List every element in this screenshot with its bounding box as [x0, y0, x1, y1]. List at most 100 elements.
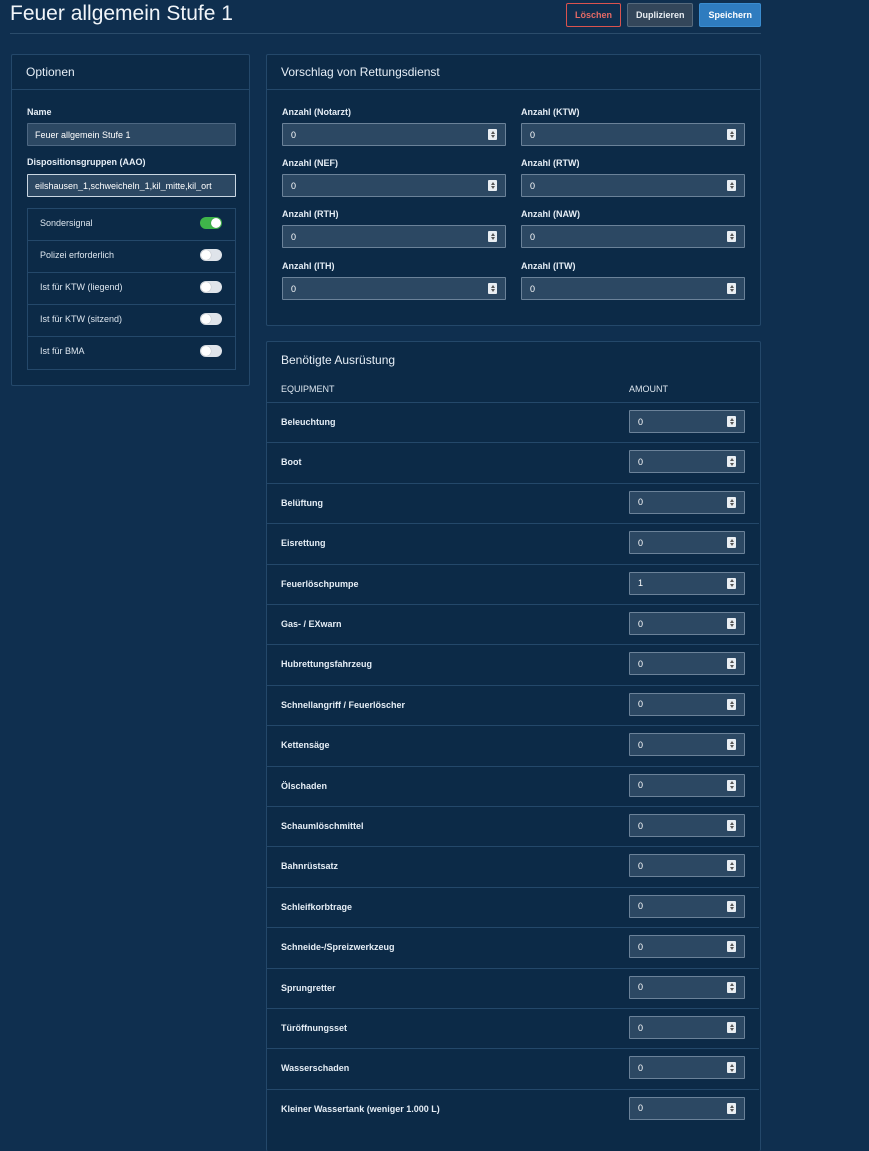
ktw-stepper[interactable]: [521, 123, 745, 146]
amount-stepper[interactable]: [629, 935, 745, 959]
toggle-label: Ist für KTW (sitzend): [40, 314, 123, 324]
spinner-icon[interactable]: [727, 283, 736, 294]
spinner-icon[interactable]: [727, 779, 736, 791]
spinner-icon[interactable]: [488, 283, 497, 294]
delete-button[interactable]: Löschen: [565, 3, 621, 27]
equipment-name: Schaumlöschmittel: [281, 821, 364, 831]
spinner-icon[interactable]: [727, 739, 736, 751]
switch-knob: [201, 346, 211, 356]
ith-stepper[interactable]: [282, 277, 506, 300]
field-label: Anzahl (Notarzt): [282, 107, 351, 117]
polizei-switch[interactable]: [200, 249, 222, 261]
toggle-row-ktw-liegend: Ist für KTW (liegend): [28, 273, 235, 305]
equipment-row: Gas- / EXwarn: [267, 604, 759, 644]
number-input[interactable]: [283, 278, 505, 299]
spinner-icon[interactable]: [727, 658, 736, 670]
toggle-list: Sondersignal Polizei erforderlich Ist fü…: [27, 208, 236, 370]
amount-stepper[interactable]: [629, 1096, 745, 1120]
amount-stepper[interactable]: [629, 531, 745, 555]
page-title: Feuer allgemein Stufe 1: [10, 2, 233, 25]
amount-stepper[interactable]: [629, 894, 745, 918]
amount-stepper[interactable]: [629, 854, 745, 878]
equipment-name: Ölschaden: [281, 780, 328, 791]
equipment-row: Wasserschaden: [267, 1048, 759, 1088]
toggle-row-sondersignal: Sondersignal: [28, 209, 235, 241]
equipment-name: Belüftung: [281, 497, 323, 508]
amount-stepper[interactable]: [629, 490, 745, 514]
spinner-icon[interactable]: [727, 496, 736, 508]
spinner-icon[interactable]: [727, 180, 736, 191]
number-input[interactable]: [522, 124, 744, 145]
spinner-icon[interactable]: [488, 180, 497, 191]
options-heading: Optionen: [12, 55, 249, 90]
rtw-stepper[interactable]: [521, 174, 745, 197]
equipment-row: Beleuchtung: [267, 402, 759, 442]
equipment-name: Sprungretter: [281, 982, 336, 993]
spinner-icon[interactable]: [727, 618, 736, 629]
amount-stepper[interactable]: [629, 1016, 745, 1039]
notarzt-stepper[interactable]: [282, 123, 506, 146]
name-input[interactable]: [27, 123, 236, 146]
number-input[interactable]: [522, 226, 744, 247]
itw-stepper[interactable]: [521, 277, 745, 300]
groups-label: Dispositionsgruppen (AAO): [27, 157, 146, 167]
number-input[interactable]: [283, 124, 505, 145]
amount-stepper[interactable]: [629, 733, 745, 757]
field-label: Anzahl (ITH): [282, 261, 335, 271]
switch-knob: [201, 314, 211, 324]
nef-stepper[interactable]: [282, 174, 506, 197]
spinner-icon[interactable]: [488, 129, 497, 140]
number-input[interactable]: [522, 175, 744, 196]
ktw-liegend-switch[interactable]: [200, 281, 222, 293]
spinner-icon[interactable]: [727, 537, 736, 549]
spinner-icon[interactable]: [727, 860, 736, 872]
spinner-icon[interactable]: [727, 416, 736, 427]
equipment-row: Feuerlöschpumpe: [267, 563, 759, 604]
spinner-icon[interactable]: [727, 456, 736, 468]
equipment-name: Schleifkorbtrage: [281, 901, 353, 912]
spinner-icon[interactable]: [727, 820, 736, 831]
amount-stepper[interactable]: [629, 652, 745, 676]
amount-column-header: AMOUNT: [629, 384, 668, 394]
switch-knob: [201, 250, 211, 260]
spinner-icon[interactable]: [488, 231, 497, 242]
spinner-icon[interactable]: [727, 1022, 736, 1033]
spinner-icon[interactable]: [727, 698, 736, 710]
number-input[interactable]: [283, 226, 505, 247]
equipment-name: Kleiner Wassertank (weniger 1.000 L): [281, 1103, 440, 1114]
amount-stepper[interactable]: [629, 410, 745, 433]
number-input[interactable]: [522, 278, 744, 299]
naw-stepper[interactable]: [521, 225, 745, 248]
spinner-icon[interactable]: [727, 900, 736, 912]
equipment-row: Bahnrüstsatz: [267, 846, 759, 886]
duplicate-button[interactable]: Duplizieren: [626, 3, 694, 27]
toggle-label: Ist für BMA: [40, 346, 85, 356]
save-button[interactable]: Speichern: [699, 3, 761, 27]
ktw-sitzend-switch[interactable]: [200, 313, 222, 325]
spinner-icon[interactable]: [727, 981, 736, 993]
amount-stepper[interactable]: [629, 975, 745, 999]
toggle-label: Polizei erforderlich: [40, 250, 115, 260]
amount-stepper[interactable]: [629, 773, 745, 797]
groups-input[interactable]: [27, 174, 236, 197]
equipment-name: Boot: [281, 457, 302, 468]
switch-knob: [211, 218, 221, 228]
amount-stepper[interactable]: [629, 814, 745, 837]
bma-switch[interactable]: [200, 345, 222, 357]
spinner-icon[interactable]: [727, 231, 736, 242]
number-input[interactable]: [283, 175, 505, 196]
spinner-icon[interactable]: [727, 941, 736, 953]
equipment-row: Kleiner Wassertank (weniger 1.000 L): [267, 1088, 759, 1129]
sondersignal-switch[interactable]: [200, 217, 222, 229]
spinner-icon[interactable]: [727, 129, 736, 140]
spinner-icon[interactable]: [727, 577, 736, 589]
spinner-icon[interactable]: [727, 1062, 736, 1074]
amount-stepper[interactable]: [629, 692, 745, 716]
amount-stepper[interactable]: [629, 612, 745, 635]
amount-stepper[interactable]: [629, 1056, 745, 1080]
rth-stepper[interactable]: [282, 225, 506, 248]
name-label: Name: [27, 107, 52, 117]
amount-stepper[interactable]: [629, 450, 745, 474]
amount-stepper[interactable]: [629, 571, 745, 595]
spinner-icon[interactable]: [727, 1102, 736, 1114]
